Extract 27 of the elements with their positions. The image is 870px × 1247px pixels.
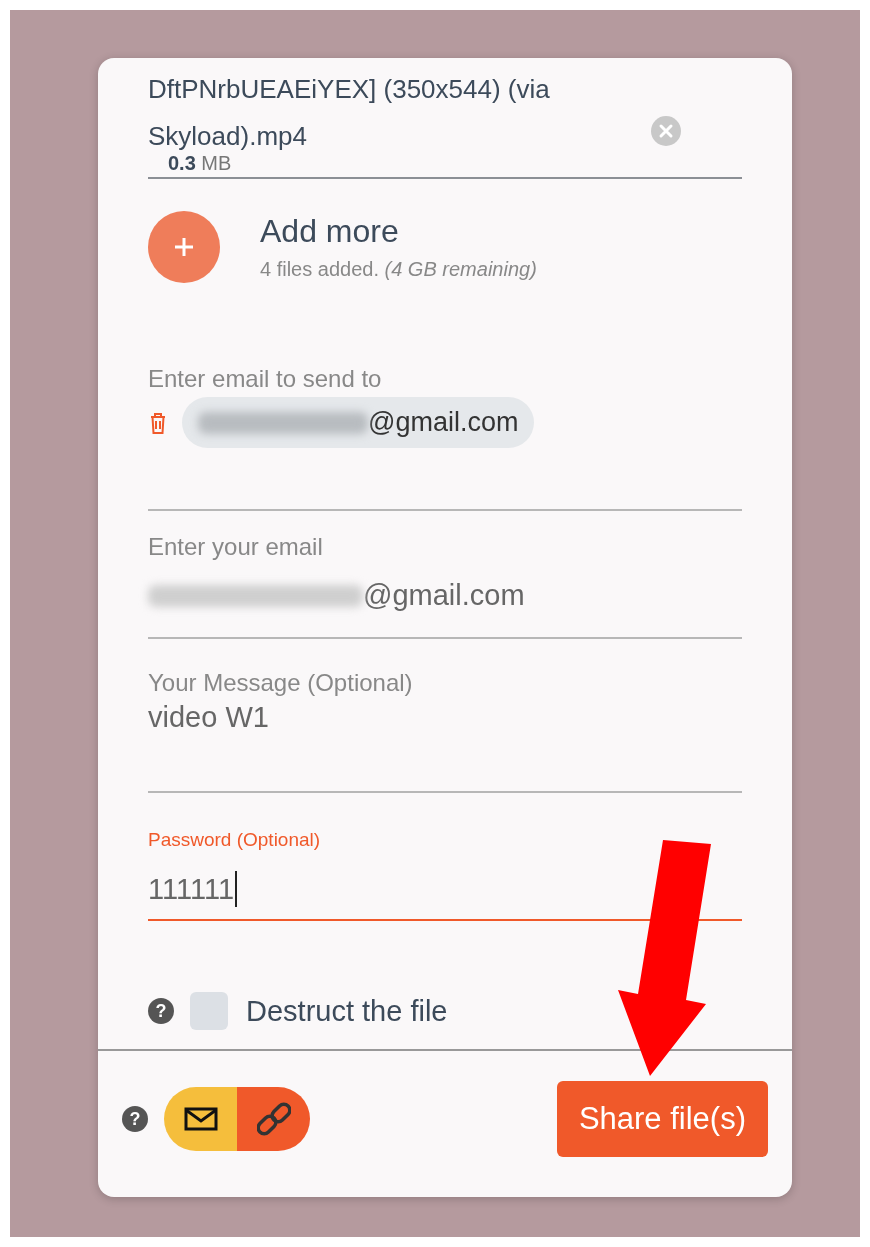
plus-icon [172,235,196,259]
form-field[interactable]: Enter email to send to @gmail.com [148,353,742,511]
field-value: 111111 [148,871,742,907]
field-label: Password (Optional) [148,829,322,851]
link-icon [256,1102,291,1136]
email-domain: @gmail.com [363,579,525,612]
envelope-icon [183,1107,218,1131]
field-label: Enter email to send to [148,365,383,393]
text-cursor [235,871,237,907]
field-label: Enter your email [148,533,324,561]
field-value: video W1 [148,701,270,734]
checkbox[interactable] [190,992,228,1030]
file-size: 0.3 MB [167,152,233,175]
form-field[interactable]: Enter your email @gmail.com [148,511,742,639]
help-icon[interactable]: ? [122,1106,148,1132]
trash-icon[interactable] [148,410,168,435]
remove-file-icon[interactable] [650,114,682,147]
email-domain: @gmail.com [368,407,519,438]
help-icon[interactable]: ? [148,998,174,1024]
checkbox-label[interactable]: Destruct the file [246,994,448,1028]
add-more-label[interactable]: Add more [260,213,537,250]
files-status: 4 files added. (4 GB remaining) [260,258,537,281]
form-field[interactable]: Your Message (Optional) video W1 [148,639,742,793]
file-name: DftPNrbUEAEiYEX] (350x544) (via Skyload).mp4 [148,73,551,153]
email-mode-button[interactable] [164,1087,237,1151]
field-label: Your Message (Optional) [148,669,414,697]
link-mode-button[interactable] [237,1087,310,1151]
